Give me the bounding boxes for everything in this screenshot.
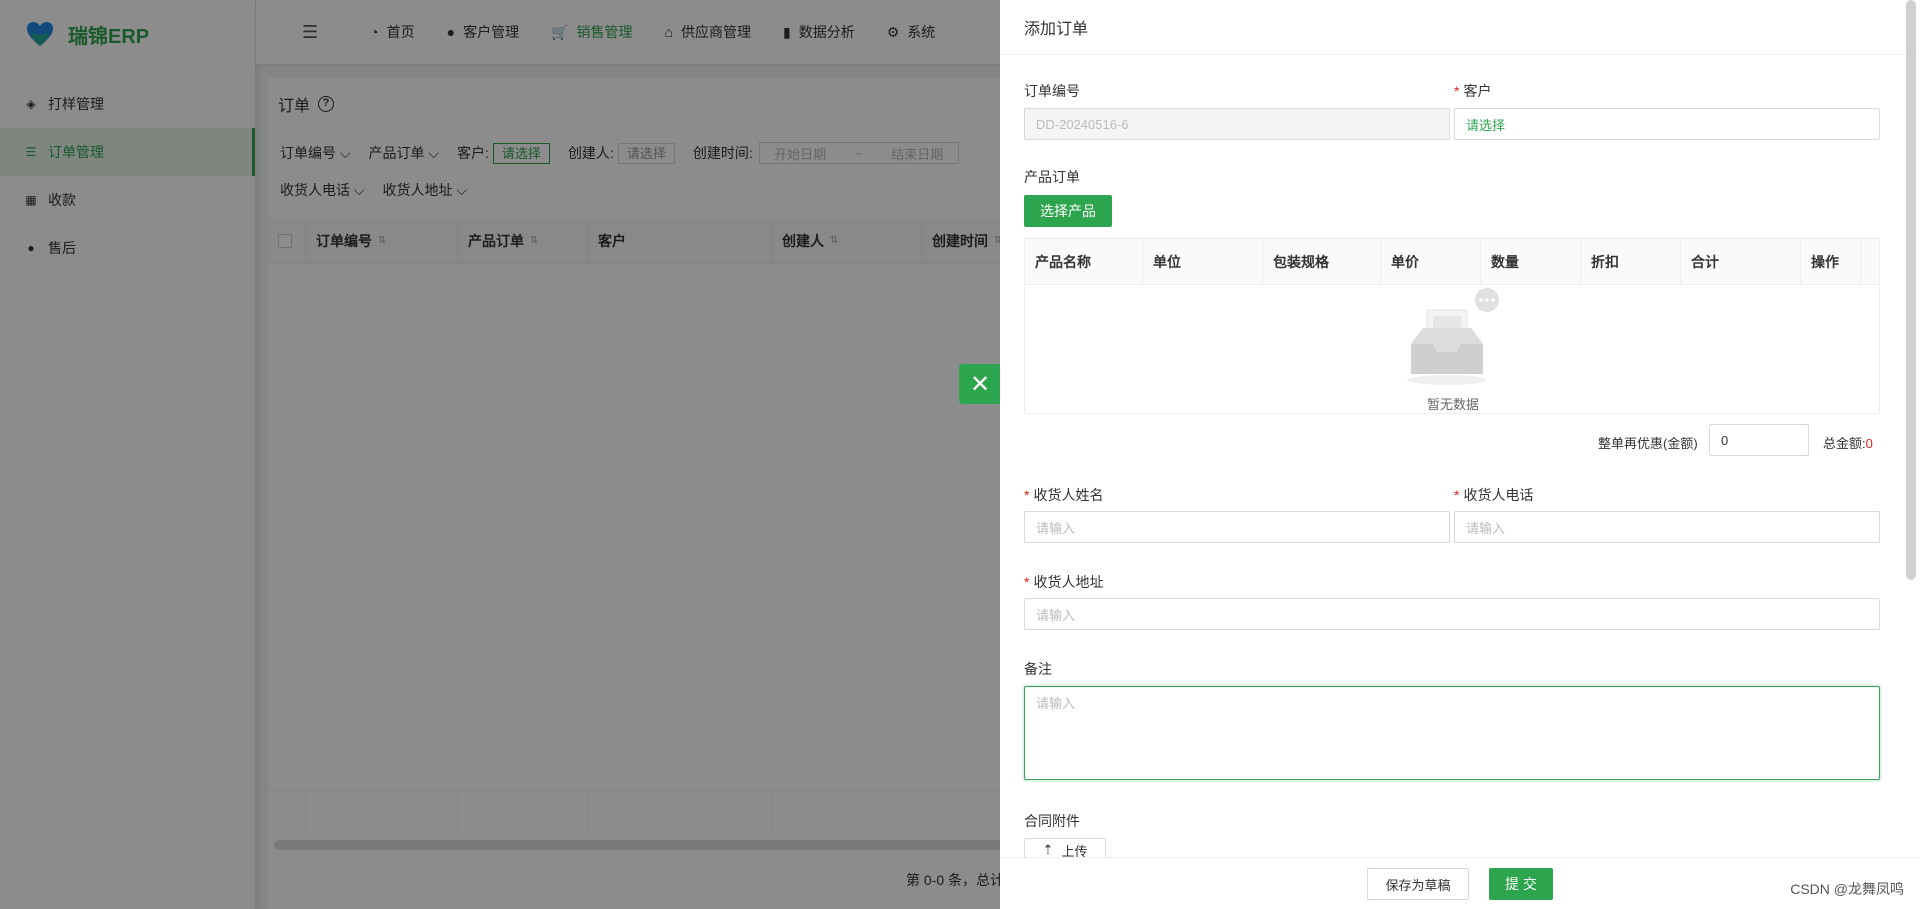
discount-input[interactable]: 0 [1709, 424, 1809, 456]
total-amount: 总金额:0 [1823, 433, 1873, 452]
receiver-name-input[interactable]: 请输入 [1024, 511, 1450, 543]
remark-textarea[interactable]: 请输入 [1024, 686, 1880, 780]
empty-state: 暂无数据 [1025, 285, 1881, 415]
product-table: 产品名称 单位 包装规格 单价 数量 折扣 合计 操作 暂无数据 [1024, 238, 1880, 414]
pth-name: 产品名称 [1025, 239, 1143, 284]
label-text: 客户 [1463, 83, 1492, 99]
drawer-title: 添加订单 [1000, 0, 1920, 55]
order-no-input: DD-20240516-6 [1024, 108, 1450, 140]
customer-label: * 客户 [1454, 81, 1491, 101]
product-table-header: 产品名称 单位 包装规格 单价 数量 折扣 合计 操作 [1025, 239, 1879, 285]
watermark: CSDN @龙舞凤鸣 [1790, 881, 1904, 897]
customer-select[interactable]: 请选择 [1454, 108, 1880, 140]
empty-inbox-icon [1407, 288, 1499, 385]
order-no-label: 订单编号 [1024, 83, 1080, 99]
upload-icon: ⇡ [1042, 842, 1054, 857]
drawer-scrollbar[interactable] [1906, 0, 1916, 580]
receiver-address-input[interactable]: 请输入 [1024, 598, 1880, 630]
label-text: 收货人电话 [1463, 487, 1534, 503]
empty-text: 暂无数据 [1426, 397, 1479, 412]
attachment-label: 合同附件 [1024, 813, 1080, 829]
close-icon: ✕ [969, 370, 991, 398]
drawer-close-button[interactable]: ✕ [959, 364, 1001, 404]
required-mark: * [1024, 574, 1030, 590]
discount-label: 整单再优惠(金额) [1598, 436, 1698, 451]
pth-discount: 折扣 [1581, 239, 1681, 284]
pth-package: 包装规格 [1263, 239, 1381, 284]
pth-price: 单价 [1381, 239, 1481, 284]
receiver-address-label: * 收货人地址 [1024, 572, 1103, 592]
pth-total: 合计 [1681, 239, 1801, 284]
label-text: 收货人姓名 [1033, 487, 1104, 503]
select-product-button[interactable]: 选择产品 [1024, 195, 1112, 227]
pth-unit: 单位 [1143, 239, 1263, 284]
drawer-footer: 保存为草稿 提 交 CSDN @龙舞凤鸣 [1000, 857, 1920, 909]
required-mark: * [1454, 83, 1460, 99]
save-draft-button[interactable]: 保存为草稿 [1367, 868, 1469, 900]
receiver-phone-label: * 收货人电话 [1454, 485, 1533, 505]
add-order-drawer: 添加订单 订单编号 DD-20240516-6 * 客户 请选择 产品订单 选择产… [1000, 0, 1920, 909]
pth-qty: 数量 [1481, 239, 1581, 284]
receiver-phone-input[interactable]: 请输入 [1454, 511, 1880, 543]
receiver-name-label: * 收货人姓名 [1024, 485, 1103, 505]
submit-button[interactable]: 提 交 [1489, 868, 1553, 900]
remark-label: 备注 [1024, 661, 1052, 677]
label-text: 收货人地址 [1033, 574, 1104, 590]
pth-action: 操作 [1801, 239, 1861, 284]
total-label: 总金额: [1823, 436, 1866, 451]
required-mark: * [1024, 487, 1030, 503]
total-value: 0 [1865, 436, 1873, 451]
product-order-label: 产品订单 [1024, 169, 1080, 185]
required-mark: * [1454, 487, 1460, 503]
